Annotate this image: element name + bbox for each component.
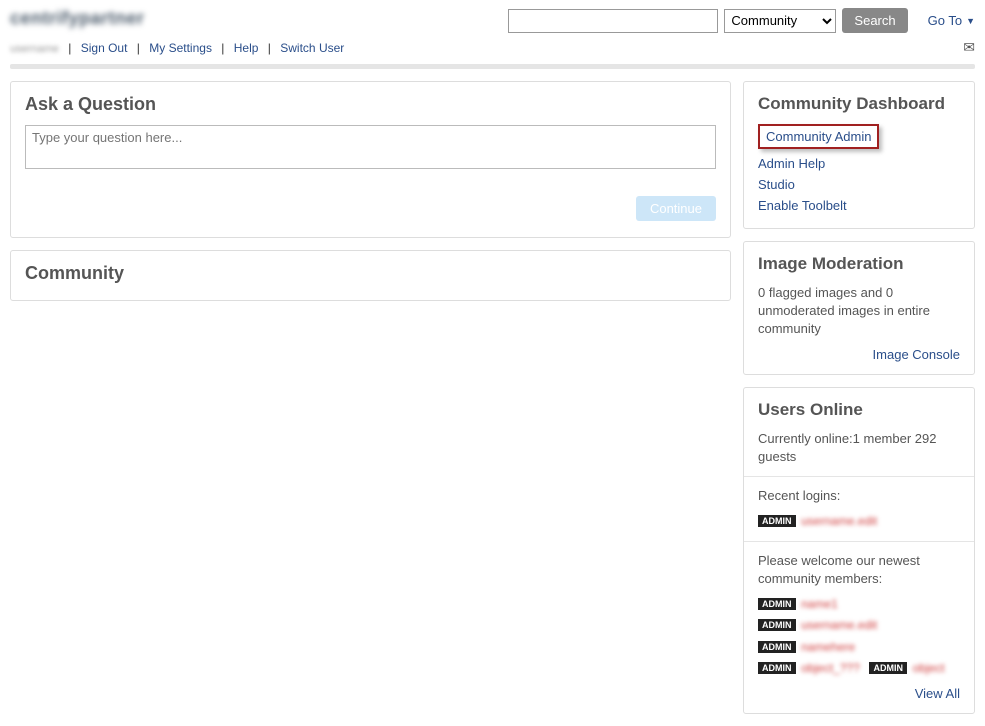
- user-chip[interactable]: ADMIN username.edit: [758, 617, 877, 633]
- user-chip[interactable]: ADMIN name1: [758, 595, 838, 611]
- goto-menu[interactable]: Go To ▼: [928, 13, 975, 28]
- dashboard-panel: Community Dashboard Community Admin Admi…: [743, 81, 975, 229]
- mail-icon[interactable]: ✉: [963, 39, 975, 56]
- community-admin-link[interactable]: Community Admin: [766, 129, 871, 144]
- ask-question-panel: Ask a Question Continue: [10, 81, 731, 238]
- switchuser-link[interactable]: Switch User: [280, 41, 344, 55]
- ask-question-input[interactable]: [25, 125, 716, 169]
- community-panel: Community: [10, 250, 731, 301]
- studio-link[interactable]: Studio: [758, 174, 960, 195]
- view-all-link[interactable]: View All: [915, 686, 960, 701]
- enable-toolbelt-link[interactable]: Enable Toolbelt: [758, 195, 960, 216]
- community-title: Community: [25, 263, 716, 284]
- admin-badge: ADMIN: [758, 662, 796, 674]
- image-moderation-title: Image Moderation: [758, 254, 960, 274]
- admin-help-link[interactable]: Admin Help: [758, 153, 960, 174]
- username-text: username: [10, 43, 59, 55]
- continue-button[interactable]: Continue: [636, 196, 716, 221]
- admin-badge: ADMIN: [758, 515, 796, 527]
- chevron-down-icon: ▼: [966, 16, 975, 26]
- user-name-blurred: object_???: [801, 661, 860, 675]
- nav-links: username | Sign Out | My Settings | Help…: [10, 41, 344, 55]
- search-button[interactable]: Search: [842, 8, 907, 33]
- ask-question-title: Ask a Question: [25, 94, 716, 115]
- community-admin-link-highlighted[interactable]: Community Admin: [758, 124, 879, 149]
- user-name-blurred: object: [913, 661, 945, 675]
- search-input[interactable]: [508, 9, 718, 33]
- signout-link[interactable]: Sign Out: [81, 41, 128, 55]
- header-divider: [10, 64, 975, 69]
- dashboard-title: Community Dashboard: [758, 94, 960, 114]
- app-logo-text: centrifypartner: [10, 8, 145, 29]
- welcome-label: Please welcome our newest community memb…: [758, 552, 960, 588]
- user-chip[interactable]: ADMIN object: [869, 660, 944, 676]
- user-chip[interactable]: ADMIN namehere: [758, 638, 855, 654]
- mysettings-link[interactable]: My Settings: [149, 41, 212, 55]
- help-link[interactable]: Help: [234, 41, 259, 55]
- user-chip[interactable]: ADMIN object_???: [758, 660, 860, 676]
- user-name-blurred: username.edit: [801, 514, 877, 528]
- admin-badge: ADMIN: [869, 662, 907, 674]
- image-moderation-text: 0 flagged images and 0 unmoderated image…: [758, 284, 960, 339]
- user-name-blurred: namehere: [801, 640, 855, 654]
- user-name-blurred: name1: [801, 597, 838, 611]
- users-online-title: Users Online: [758, 400, 960, 420]
- search-scope-select[interactable]: Community: [724, 9, 836, 33]
- admin-badge: ADMIN: [758, 619, 796, 631]
- admin-badge: ADMIN: [758, 598, 796, 610]
- image-moderation-panel: Image Moderation 0 flagged images and 0 …: [743, 241, 975, 375]
- users-online-panel: Users Online Currently online:1 member 2…: [743, 387, 975, 715]
- goto-label: Go To: [928, 13, 962, 28]
- users-online-count: Currently online:1 member 292 guests: [758, 430, 960, 466]
- recent-logins-label: Recent logins:: [758, 487, 960, 505]
- admin-badge: ADMIN: [758, 641, 796, 653]
- user-chip[interactable]: ADMIN username.edit: [758, 512, 877, 528]
- image-console-link[interactable]: Image Console: [873, 347, 960, 362]
- user-name-blurred: username.edit: [801, 618, 877, 632]
